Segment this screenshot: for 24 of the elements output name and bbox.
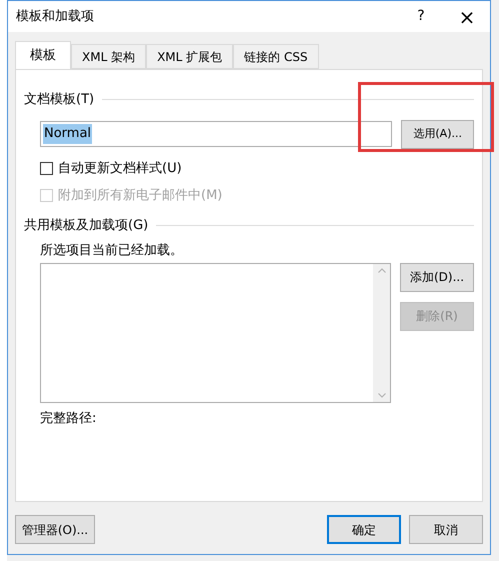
tab[interactable]: 链接的 CSS [233, 44, 319, 69]
scrollbar[interactable] [373, 264, 390, 402]
help-button[interactable]: ? [398, 1, 444, 32]
tab[interactable]: XML 扩展包 [146, 44, 234, 69]
caption-text: 所选项目当前已经加载。 [39, 242, 184, 260]
full-path-label: 完整路径: [39, 410, 98, 428]
organizer-button[interactable]: 管理器(O)... [15, 515, 95, 544]
section-heading: 文档模板(T) [24, 91, 94, 109]
templates-list[interactable] [40, 262, 391, 402]
checkbox[interactable] [40, 162, 53, 175]
window-title: 模板和加载项 [16, 8, 95, 26]
tab[interactable]: 模板 [15, 41, 71, 69]
attach-button[interactable]: 选用(A)... [401, 120, 474, 148]
close-button[interactable]: × [444, 1, 490, 32]
cancel-button[interactable]: 取消 [409, 515, 483, 544]
checkbox-label: 自动更新文档样式(U) [58, 160, 182, 178]
section-heading: 共用模板及加载项(G) [24, 216, 148, 234]
ok-button[interactable]: 确定 [327, 515, 401, 544]
checkbox-label: 附加到所有新电子邮件中(M) [58, 187, 222, 205]
tab[interactable]: XML 架构 [71, 44, 146, 69]
scroll-up-icon[interactable] [378, 268, 386, 272]
scroll-down-icon[interactable] [378, 392, 386, 398]
template-field[interactable]: Normal [40, 121, 392, 147]
add-button[interactable]: 添加(D)... [400, 262, 474, 292]
